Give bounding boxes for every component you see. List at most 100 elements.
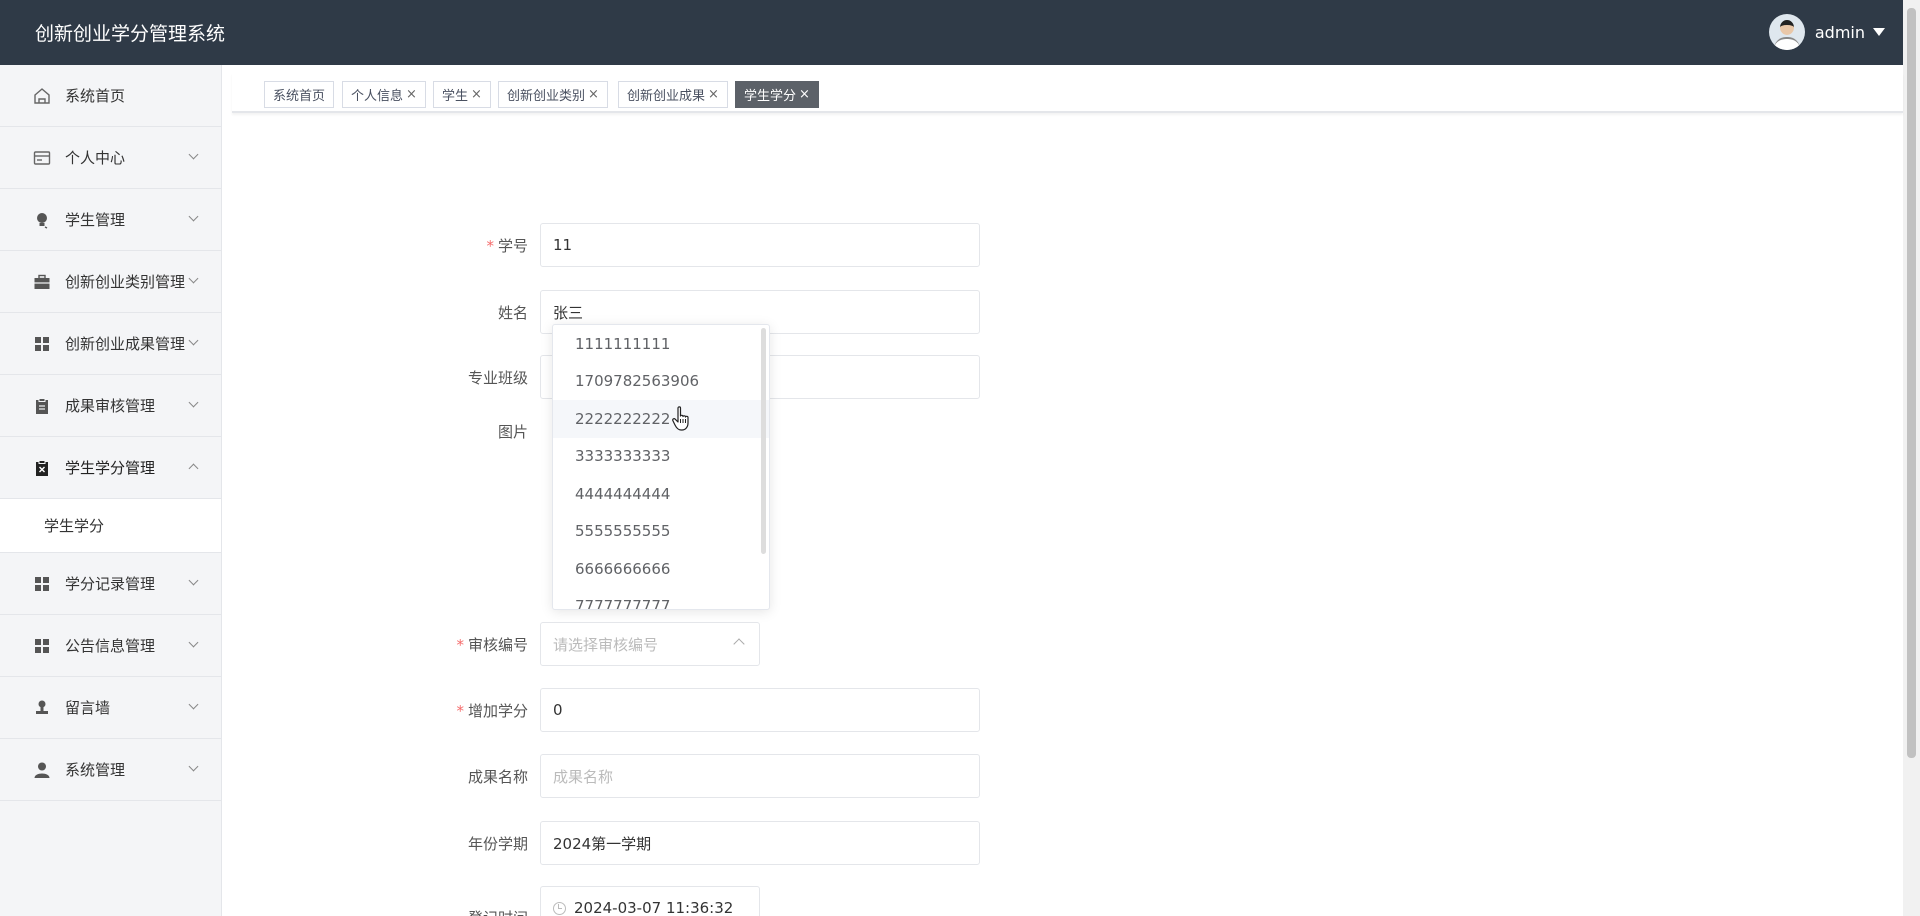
achievement-name-input[interactable]: 成果名称	[540, 754, 980, 798]
sidebar-item-credit-record-management[interactable]: 学分记录管理	[0, 553, 221, 615]
stamp-icon	[33, 699, 51, 717]
tab-student-credit[interactable]: 学生学分 ×	[735, 81, 819, 108]
tags-view-bar: 系统首页 个人信息 × 学生 × 创新创业类别 × 创新创业成果 × 学生学分 …	[232, 73, 1903, 113]
chevron-down-icon	[188, 397, 199, 408]
major-class-label: 专业班级	[467, 368, 528, 387]
sidebar-item-label: 学生学分管理	[65, 459, 156, 477]
achievement-name-label: 成果名称	[467, 767, 528, 786]
sidebar-item-label: 留言墙	[65, 699, 111, 717]
tab-category[interactable]: 创新创业类别 ×	[498, 81, 608, 108]
top-bar: 创新创业学分管理系统 admin	[0, 0, 1903, 65]
sidebar-item-system-management[interactable]: 系统管理	[0, 739, 221, 801]
tab-achievement[interactable]: 创新创业成果 ×	[618, 81, 728, 108]
id-card-icon	[33, 149, 51, 167]
dropdown-option[interactable]: 2222222222	[553, 400, 769, 438]
close-icon[interactable]: ×	[799, 87, 810, 102]
sidebar-item-review-management[interactable]: 成果审核管理	[0, 375, 221, 437]
tab-label: 个人信息	[351, 89, 404, 104]
clock-icon	[553, 901, 566, 915]
achievement-name-placeholder: 成果名称	[553, 767, 614, 786]
sidebar-item-label: 学分记录管理	[65, 575, 156, 593]
user-icon	[33, 761, 51, 779]
user-menu[interactable]: admin	[1768, 14, 1885, 50]
dropdown-option[interactable]: 4444444444	[553, 475, 769, 513]
form-row-student-id: * 学号 11	[440, 223, 980, 267]
chevron-down-icon	[188, 335, 199, 346]
name-label: 姓名	[497, 303, 528, 322]
form-row-semester: 年份学期 2024第一学期	[440, 821, 980, 865]
clipboard-icon	[33, 397, 51, 415]
scrollbar-thumb[interactable]	[1907, 8, 1916, 758]
sidebar-item-personal-center[interactable]: 个人中心	[0, 127, 221, 189]
register-time-picker[interactable]: 2024-03-07 11:36:32	[540, 886, 760, 916]
semester-label: 年份学期	[467, 834, 528, 853]
dropdown-scrollbar[interactable]	[761, 328, 766, 554]
review-no-dropdown: 1111111111 1709782563906 2222222222 3333…	[552, 324, 770, 610]
dropdown-option[interactable]: 1111111111	[553, 325, 769, 363]
sidebar-item-category-management[interactable]: 创新创业类别管理	[0, 251, 221, 313]
sidebar-item-student-management[interactable]: 学生管理	[0, 189, 221, 251]
dropdown-option[interactable]: 3333333333	[553, 438, 769, 476]
add-credit-label: * 增加学分	[456, 701, 528, 720]
dropdown-option[interactable]: 7777777777	[553, 588, 769, 609]
sidebar-subitem-student-credit[interactable]: 学生学分	[0, 499, 221, 553]
avatar[interactable]	[1768, 14, 1805, 50]
sidebar-item-credit-management[interactable]: 学生学分管理	[0, 437, 221, 499]
close-icon[interactable]: ×	[471, 87, 482, 102]
sidebar-item-label: 创新创业类别管理	[65, 273, 186, 291]
dropdown-option[interactable]: 6666666666	[553, 550, 769, 588]
page-scrollbar[interactable]	[1903, 0, 1920, 916]
student-id-input[interactable]: 11	[540, 223, 980, 267]
sidebar-item-label: 公告信息管理	[65, 637, 156, 655]
grid-icon	[33, 335, 51, 353]
add-credit-input[interactable]: 0	[540, 688, 980, 732]
image-label: 图片	[497, 423, 528, 441]
hand-cursor-icon	[672, 406, 689, 431]
chevron-down-icon	[188, 273, 199, 284]
tab-label: 系统首页	[273, 89, 326, 104]
form-row-add-credit: * 增加学分 0	[440, 688, 980, 732]
sidebar-item-notice-management[interactable]: 公告信息管理	[0, 615, 221, 677]
grid-icon	[33, 575, 51, 593]
tab-label: 学生	[442, 89, 469, 104]
close-icon[interactable]: ×	[708, 87, 719, 102]
sidebar-item-label: 系统管理	[65, 761, 126, 779]
tab-label: 学生学分	[744, 89, 797, 104]
student-id-label: * 学号	[486, 236, 528, 255]
chevron-down-icon	[188, 761, 199, 772]
sidebar-item-achievement-management[interactable]: 创新创业成果管理	[0, 313, 221, 375]
chevron-up-icon	[188, 463, 199, 474]
sidebar-item-label: 学生管理	[65, 211, 126, 229]
tab-label: 创新创业类别	[507, 89, 586, 104]
briefcase-icon	[33, 273, 51, 291]
chevron-down-icon	[188, 575, 199, 586]
form-row-image: 图片	[440, 421, 540, 442]
close-icon[interactable]: ×	[588, 87, 599, 102]
bulb-icon	[33, 211, 51, 229]
chevron-down-icon	[188, 637, 199, 648]
chevron-down-icon	[188, 699, 199, 710]
clipboard-x-icon	[33, 459, 51, 477]
sidebar-item-message-wall[interactable]: 留言墙	[0, 677, 221, 739]
register-time-value: 2024-03-07 11:36:32	[574, 899, 734, 916]
review-no-label: * 审核编号	[456, 635, 528, 654]
sidebar: 系统首页 个人中心 学生管理 创新创业类别管理 创新创业成果管理 成果审核管理	[0, 65, 222, 916]
tab-student[interactable]: 学生 ×	[433, 81, 491, 108]
form-row-achievement-name: 成果名称 成果名称	[440, 754, 980, 798]
close-icon[interactable]: ×	[406, 87, 417, 102]
tab-personal-info[interactable]: 个人信息 ×	[342, 81, 426, 108]
chevron-down-icon	[188, 149, 199, 160]
dropdown-option[interactable]: 5555555555	[553, 513, 769, 551]
chevron-up-icon[interactable]	[733, 638, 745, 650]
semester-input[interactable]: 2024第一学期	[540, 821, 980, 865]
dropdown-option[interactable]: 1709782563906	[553, 363, 769, 401]
form-row-review-no: * 审核编号 请选择审核编号	[440, 622, 760, 666]
tab-home[interactable]: 系统首页	[264, 81, 335, 108]
grid-icon	[33, 637, 51, 655]
caret-down-icon[interactable]	[1873, 28, 1885, 36]
tab-label: 创新创业成果	[627, 89, 706, 104]
user-name[interactable]: admin	[1815, 23, 1865, 42]
chevron-down-icon	[188, 211, 199, 222]
review-no-select[interactable]: 请选择审核编号	[540, 622, 760, 666]
sidebar-item-home[interactable]: 系统首页	[0, 65, 221, 127]
